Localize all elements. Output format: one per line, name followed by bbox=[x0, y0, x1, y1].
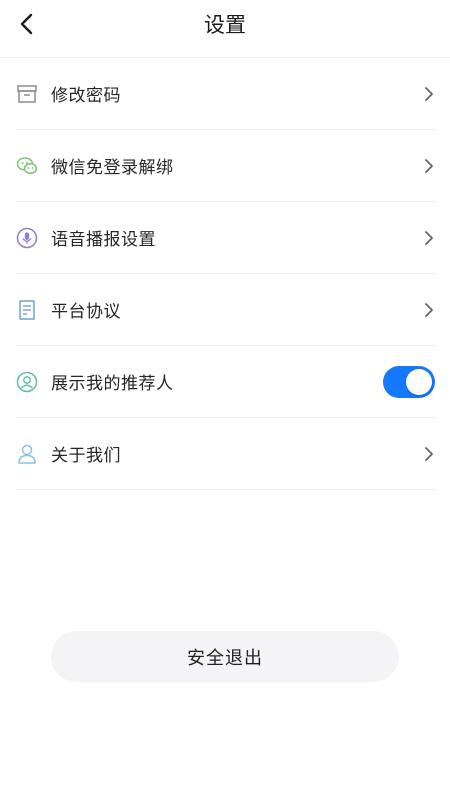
chevron-right-icon bbox=[425, 86, 433, 101]
setting-row-about-us[interactable]: 关于我们 bbox=[15, 418, 435, 490]
chevron-right-icon bbox=[425, 302, 433, 317]
wechat-icon bbox=[16, 155, 38, 177]
microphone-icon bbox=[16, 227, 38, 249]
toggle-knob bbox=[406, 368, 432, 395]
row-label: 修改密码 bbox=[51, 86, 121, 106]
setting-row-change-password[interactable]: 修改密码 bbox=[15, 58, 435, 130]
nav-bar: 设置 bbox=[0, 0, 450, 50]
chevron-right-icon bbox=[425, 158, 433, 173]
chevron-right-icon bbox=[425, 230, 433, 245]
chevron-right-icon bbox=[425, 446, 433, 461]
row-label: 微信免登录解绑 bbox=[51, 158, 174, 178]
setting-row-wechat-unbind[interactable]: 微信免登录解绑 bbox=[15, 130, 435, 202]
setting-row-platform-agreement[interactable]: 平台协议 bbox=[15, 274, 435, 346]
settings-list: 修改密码 微信免登录解绑 语音播报设置 平台协议 展示我的推荐人 关于我们 bbox=[15, 58, 435, 490]
storage-box-icon bbox=[16, 83, 38, 105]
document-icon bbox=[16, 299, 38, 321]
row-label: 平台协议 bbox=[51, 302, 121, 322]
row-label: 展示我的推荐人 bbox=[51, 374, 174, 394]
setting-row-show-referrer: 展示我的推荐人 bbox=[15, 346, 435, 418]
logout-button[interactable]: 安全退出 bbox=[51, 631, 399, 682]
user-circle-icon bbox=[16, 371, 38, 393]
setting-row-voice-broadcast[interactable]: 语音播报设置 bbox=[15, 202, 435, 274]
row-label: 语音播报设置 bbox=[51, 230, 156, 250]
user-icon bbox=[16, 443, 38, 465]
show-referrer-toggle[interactable] bbox=[383, 365, 435, 398]
page-title: 设置 bbox=[204, 13, 246, 37]
row-label: 关于我们 bbox=[51, 446, 121, 466]
